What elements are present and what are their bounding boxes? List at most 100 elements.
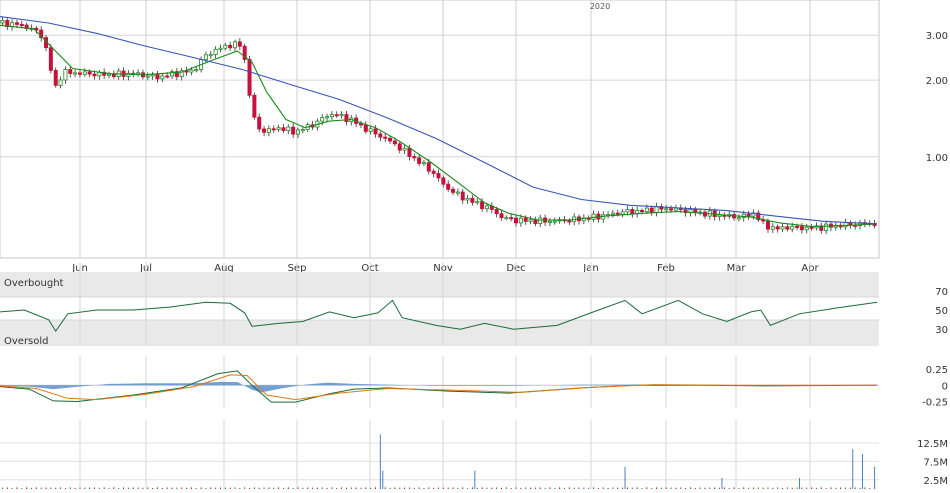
candle-up (421, 162, 426, 165)
candle-down (257, 116, 262, 130)
candle-up (455, 191, 460, 194)
chart-canvas: 2020 3.002.001.00 Jun Jul Aug Sep Oct Nov Dec J… (0, 0, 950, 489)
candle-down (92, 73, 97, 77)
volume-y-tick-label: 7.5M (923, 457, 948, 468)
candle-up (484, 205, 489, 210)
candle-up (223, 44, 228, 49)
candle-down (446, 183, 451, 190)
candle-down (451, 188, 456, 193)
candle-up (339, 114, 344, 117)
candle-up (213, 48, 218, 55)
oversold-label: Oversold (4, 336, 49, 347)
candle-down (383, 136, 388, 139)
candle-up (58, 79, 63, 86)
rsi-y-tick-label: 30 (935, 325, 948, 336)
candle-down (431, 170, 436, 174)
candle-down (397, 143, 402, 151)
candle-up (780, 226, 785, 230)
candle-up (136, 72, 141, 75)
candle-down (567, 220, 572, 223)
candle-down (388, 137, 393, 142)
rsi-y-tick-label: 70 (935, 287, 948, 298)
candle-down (111, 73, 116, 77)
candle-up (664, 208, 669, 211)
candle-up (145, 75, 150, 78)
candle-up (644, 207, 649, 213)
macd-y-tick-label: -0.25 (922, 398, 948, 409)
candle-down (765, 220, 770, 230)
candle-up (203, 54, 208, 61)
candle-down (87, 71, 92, 75)
candle-down (785, 226, 790, 230)
candle-up (518, 217, 523, 224)
candle-up (232, 41, 237, 49)
volume-y-tick-label: 2.5M (923, 476, 948, 487)
candle-down (378, 133, 383, 138)
candle-down (373, 128, 378, 135)
candle-down (344, 114, 349, 122)
candle-down (407, 147, 412, 157)
candle-down (470, 197, 475, 203)
candle-up (843, 222, 848, 228)
candle-up (654, 206, 659, 213)
year-label: 2020 (590, 2, 610, 11)
candle-up (107, 73, 112, 76)
candle-up (0, 20, 5, 24)
candle-down (228, 44, 233, 49)
candle-down (19, 23, 24, 26)
candle-down (514, 217, 519, 224)
candle-up (824, 223, 829, 231)
candle-up (528, 219, 533, 222)
candle-up (329, 114, 334, 118)
candle-down (640, 210, 645, 213)
candle-down (281, 127, 286, 131)
candle-down (630, 209, 635, 215)
candle-up (218, 47, 223, 50)
candle-down (533, 219, 538, 225)
candle-down (252, 94, 257, 118)
candle-up (276, 127, 281, 130)
candle-down (523, 217, 528, 222)
candle-down (799, 226, 804, 231)
candle-down (53, 69, 58, 86)
candle-down (334, 114, 339, 117)
candle-down (499, 213, 504, 219)
candle-up (465, 197, 470, 201)
candle-up (552, 220, 557, 223)
candle-down (262, 128, 267, 133)
candle-up (368, 128, 373, 132)
candle-up (208, 54, 213, 57)
candle-up (194, 69, 199, 72)
candle-up (320, 117, 325, 122)
candle-up (475, 201, 480, 204)
candle-up (189, 69, 194, 73)
candle-up (160, 75, 165, 80)
price-y-tick-label: 3.00 (926, 31, 948, 42)
candle-down (702, 211, 707, 217)
candle-down (460, 191, 465, 201)
price-y-tick-label: 2.00 (926, 76, 948, 87)
candle-up (591, 213, 596, 220)
candle-down (363, 124, 368, 132)
candle-down (494, 209, 499, 215)
candle-up (266, 128, 271, 133)
price-y-tick-label: 1.00 (926, 153, 948, 164)
candle-down (247, 59, 252, 96)
rsi-y-ticks: 70 50 30 (935, 287, 948, 336)
candle-up (620, 211, 625, 215)
candle-down (809, 226, 814, 229)
candle-down (77, 72, 82, 75)
candle-up (736, 217, 741, 220)
candle-down (426, 162, 431, 172)
candle-up (625, 209, 630, 213)
candle-up (402, 147, 407, 151)
candle-down (271, 128, 276, 131)
candle-up (538, 217, 543, 225)
rsi-y-tick-label: 50 (935, 306, 948, 317)
candle-down (68, 69, 73, 74)
candle-down (417, 157, 422, 164)
candle-up (295, 129, 300, 135)
candle-down (649, 207, 654, 213)
volume-y-tick-label: 12.5M (917, 439, 948, 450)
candle-up (300, 129, 305, 132)
